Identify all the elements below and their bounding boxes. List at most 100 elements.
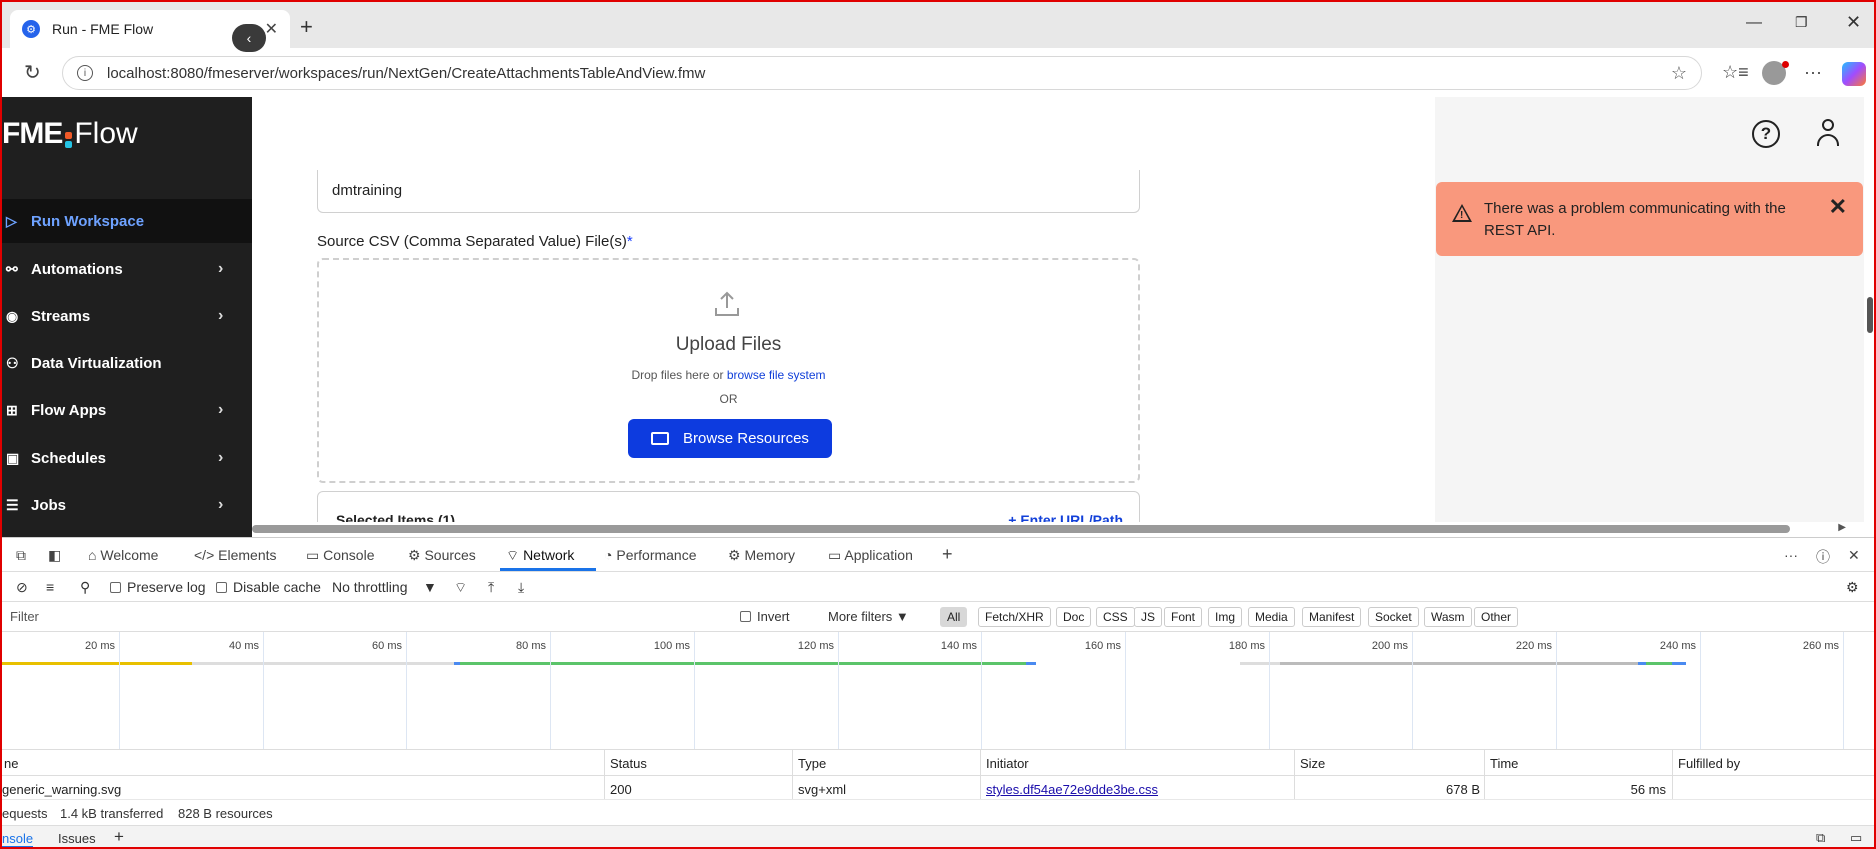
filter-css[interactable]: CSS [1096,607,1135,627]
timeline-gridline [838,632,839,749]
restore-icon[interactable]: ❐ [1795,14,1808,31]
tab-memory[interactable]: ⚙ Memory [728,547,795,564]
row-size: 678 B [1446,782,1480,797]
timeline-tick-label: 20 ms [85,640,115,652]
column-name[interactable]: ne [4,756,18,771]
favorite-star-icon[interactable]: ☆ [1671,63,1687,84]
filter-manifest[interactable]: Manifest [1302,607,1362,627]
disable-cache-checkbox[interactable]: Disable cache [216,579,321,595]
drawer-tab-console[interactable]: nsole [2,831,34,848]
network-toolbar: ⊘ ≡ ⚲ Preserve log Disable cache No thro… [0,572,1876,602]
settings-gear-icon[interactable]: ⚙ [1846,579,1859,596]
undock-drawer-icon[interactable]: ⧉ [1816,830,1825,846]
sidebar-item-streams[interactable]: ◉ Streams › [0,294,252,338]
throttling-select[interactable]: No throttling ▼ [332,579,437,595]
more-tools-icon[interactable]: ··· [1784,547,1798,563]
column-time[interactable]: Time [1490,756,1518,771]
filter-img[interactable]: Img [1208,607,1243,627]
tab-welcome[interactable]: ⌂ Welcome [88,547,158,563]
transferred-size: 1.4 kB transferred [60,806,164,821]
timeline-tick-label: 40 ms [229,640,259,652]
network-timeline-overview[interactable]: 20 ms 40 ms 60 ms 80 ms 100 ms 120 ms 140 ms 16… [0,632,1876,750]
favorites-icon[interactable]: ☆≡ [1722,62,1749,83]
close-devtools-icon[interactable]: ✕ [1848,547,1860,564]
table-row[interactable]: generic_warning.svg 200 svg+xml styles.d… [0,776,1876,800]
vertical-scrollbar[interactable] [1864,97,1876,527]
filter-wasm[interactable]: Wasm [1424,607,1472,627]
timeline-gridline [119,632,120,749]
row-initiator-link[interactable]: styles.df54ae72e9dde3be.css [986,782,1158,797]
right-panel [1435,97,1865,527]
filter-toggle-icon[interactable]: ≡ [46,579,54,595]
device-emulation-icon[interactable]: ⧉ [16,547,26,564]
sidebar-item-jobs[interactable]: ☰ Jobs › [0,483,252,527]
filter-fetch-xhr[interactable]: Fetch/XHR [978,607,1051,627]
column-initiator[interactable]: Initiator [986,756,1029,771]
network-conditions-icon[interactable]: ⌔ [454,579,467,597]
tab-network[interactable]: ⌔ Network [506,547,574,565]
timeline-gridline [1556,632,1557,749]
add-drawer-tab-icon[interactable]: + [114,827,124,847]
drawer-tab-issues[interactable]: Issues [58,831,96,846]
timeline-tick-label: 60 ms [372,640,402,652]
previous-parameter-field[interactable]: dmtraining [317,170,1140,213]
dock-side-icon[interactable]: ◧ [48,547,61,564]
row-time: 56 ms [1630,782,1666,797]
column-fulfilled-by[interactable]: Fulfilled by [1678,756,1740,771]
filter-input[interactable]: Filter [10,609,39,624]
help-icon[interactable]: ? [1752,120,1780,148]
url-text[interactable]: localhost:8080/fmeserver/workspaces/run/… [107,65,1671,82]
flow-apps-icon: ⊞ [6,401,18,418]
invert-checkbox[interactable]: Invert [740,609,790,624]
filter-all[interactable]: All [940,607,968,627]
close-drawer-icon[interactable]: ▭ [1850,830,1862,846]
new-tab-icon[interactable]: + [300,14,313,40]
horizontal-scrollbar[interactable]: ▶ [252,522,1864,536]
sidebar-item-run-workspace[interactable]: ▷ Run Workspace [0,199,252,243]
browse-resources-button[interactable]: Browse Resources [628,419,832,458]
help-icon[interactable]: ⓘ [1816,547,1830,567]
column-size[interactable]: Size [1300,756,1325,771]
search-icon[interactable]: ⚲ [80,579,90,596]
sidebar-item-flow-apps[interactable]: ⊞ Flow Apps › [0,388,252,432]
collapse-sidebar-button[interactable]: ‹ [232,24,266,52]
filter-socket[interactable]: Socket [1368,607,1419,627]
filter-font[interactable]: Font [1164,607,1203,627]
import-har-icon[interactable]: ⤒ [488,579,494,596]
column-status[interactable]: Status [610,756,647,771]
export-har-icon[interactable]: ⤓ [518,579,524,596]
close-window-icon[interactable]: ✕ [1846,12,1861,33]
sidebar-item-schedules[interactable]: ▣ Schedules › [0,436,252,480]
file-drop-zone[interactable]: Upload Files Drop files here or browse f… [317,258,1140,483]
close-toast-icon[interactable]: ✕ [1829,194,1847,220]
sidebar: FME Flow ▷ Run Workspace ⚯ Automations › … [0,97,252,537]
clear-icon[interactable]: ⊘ [16,579,28,596]
filter-media[interactable]: Media [1248,607,1295,627]
close-tab-icon[interactable]: ✕ [265,19,278,39]
browse-file-system-link[interactable]: browse file system [727,368,826,382]
reload-icon[interactable]: ↻ [24,60,41,85]
address-bar[interactable]: i localhost:8080/fmeserver/workspaces/ru… [62,56,1702,90]
sidebar-item-data-virtualization[interactable]: ⚇ Data Virtualization [0,341,252,385]
tab-elements[interactable]: </> Elements [194,547,277,563]
upload-icon [715,291,739,316]
filter-js[interactable]: JS [1134,607,1163,627]
info-icon[interactable]: i [77,65,93,81]
filter-doc[interactable]: Doc [1056,607,1092,627]
timeline-tick-label: 260 ms [1802,640,1839,652]
tab-sources[interactable]: ⚙ Sources [408,547,476,564]
tab-console[interactable]: ▭ Console [306,547,375,564]
calendar-icon: ▣ [6,449,20,466]
more-filters-dropdown[interactable]: More filters ▼ [828,609,909,624]
sidebar-item-automations[interactable]: ⚯ Automations › [0,247,252,291]
tab-application[interactable]: ▭ Application [828,547,913,564]
add-tab-icon[interactable]: + [942,544,953,565]
column-type[interactable]: Type [798,756,826,771]
filter-other[interactable]: Other [1474,607,1519,627]
copilot-icon[interactable] [1842,62,1866,86]
more-options-icon[interactable]: ··· [1804,62,1822,83]
preserve-log-checkbox[interactable]: Preserve log [110,579,206,595]
tab-performance[interactable]: ◔ Performance [604,547,697,563]
minimize-icon[interactable]: — [1746,14,1762,32]
user-account-icon[interactable] [1816,119,1840,149]
